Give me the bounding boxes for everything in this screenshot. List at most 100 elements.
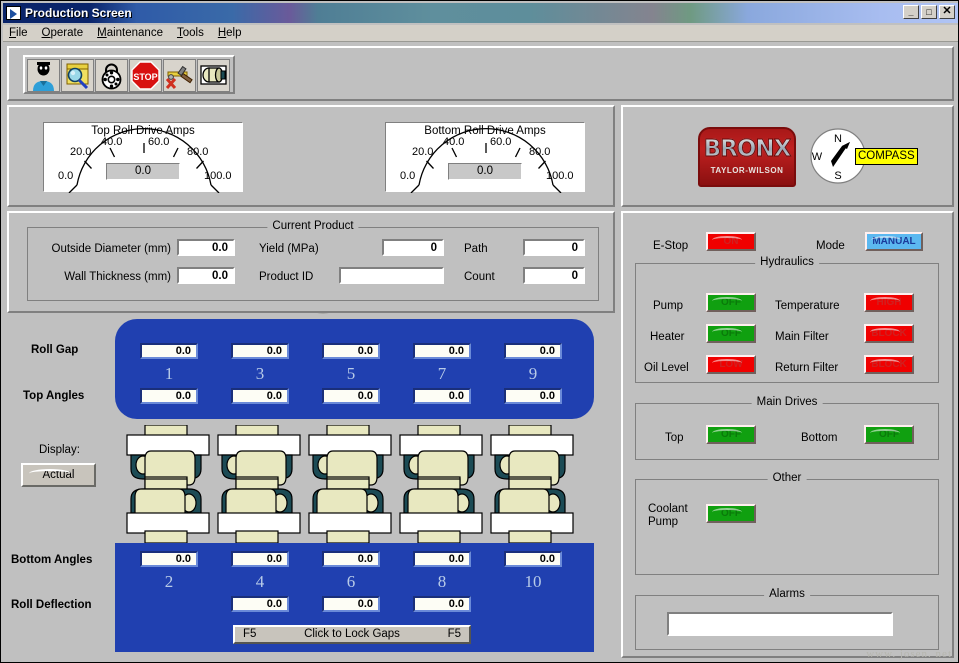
maximize-button[interactable]: □ [921, 5, 937, 19]
toolbar-button-group: STOP [23, 55, 235, 94]
pump-indicator[interactable]: OFF [706, 293, 756, 312]
svg-text:STOP: STOP [133, 72, 157, 82]
display-mode-button[interactable]: Actual [21, 463, 96, 487]
hydraulics-title: Hydraulics [755, 256, 819, 268]
top-roll-meter-value: 0.0 [106, 163, 180, 180]
top-angle-value-1[interactable]: 0.0 [140, 388, 198, 404]
branding-panel: BRONX TAYLOR-WILSON N W S COMPASS [621, 105, 954, 207]
top-angle-value-2[interactable]: 0.0 [231, 388, 289, 404]
roll-gap-value-2[interactable]: 0.0 [231, 343, 289, 359]
bottom-angle-value-2[interactable]: 0.0 [231, 551, 289, 567]
top-roll-drive-amps-meter: Top Roll Drive Amps 0.0 20.0 40.0 60.0 8 [43, 122, 243, 192]
lock-gaps-label: Click to Lock Gaps [304, 627, 400, 642]
stand-number-1: 1 [140, 364, 198, 384]
svg-text:100.0: 100.0 [204, 170, 232, 182]
alarms-display [667, 612, 893, 636]
stand-number-8: 8 [413, 572, 471, 592]
svg-text:S: S [834, 170, 841, 182]
oil-level-label: Oil Level [644, 362, 689, 374]
roll-gap-value-4[interactable]: 0.0 [413, 343, 471, 359]
top-angle-value-5[interactable]: 0.0 [504, 388, 562, 404]
display-label: Display: [39, 444, 80, 456]
svg-text:100.0: 100.0 [546, 170, 574, 182]
wall-thickness-label: Wall Thickness (mm) [33, 271, 171, 283]
menu-help[interactable]: Help [218, 27, 242, 39]
toolbar-panel: STOP [7, 46, 954, 101]
count-value[interactable]: 0 [523, 267, 585, 284]
mode-label: Mode [816, 240, 845, 252]
tools-icon[interactable] [163, 59, 196, 92]
menu-tools[interactable]: Tools [177, 27, 204, 39]
lock-gaps-right-key: F5 [448, 627, 461, 642]
menu-operate[interactable]: Operate [42, 27, 84, 39]
svg-text:20.0: 20.0 [412, 146, 433, 158]
outside-diameter-value[interactable]: 0.0 [177, 239, 235, 256]
minimize-button[interactable]: _ [903, 5, 919, 19]
menu-bar: File Operate Maintenance Tools Help [3, 25, 958, 42]
svg-text:60.0: 60.0 [148, 136, 169, 148]
gauges-panel: Top Roll Drive Amps 0.0 20.0 40.0 60.0 8 [7, 105, 615, 207]
roll-deflection-label: Roll Deflection [11, 599, 92, 611]
top-angle-value-3[interactable]: 0.0 [322, 388, 380, 404]
return-filter-indicator[interactable]: BLOCK [864, 355, 914, 374]
stop-sign-icon[interactable]: STOP [129, 59, 162, 92]
app-play-icon [6, 6, 21, 20]
main-drives-title: Main Drives [752, 396, 823, 408]
mode-indicator[interactable]: MANUAL [865, 232, 923, 251]
heater-label: Heater [650, 331, 685, 343]
top-angle-value-4[interactable]: 0.0 [413, 388, 471, 404]
stand-number-2: 2 [140, 572, 198, 592]
lock-wheel-icon[interactable] [95, 59, 128, 92]
lock-gaps-button[interactable]: F5 Click to Lock Gaps F5 [233, 625, 471, 644]
bottom-angle-value-3[interactable]: 0.0 [322, 551, 380, 567]
yield-label: Yield (MPa) [259, 243, 349, 255]
yield-value[interactable]: 0 [382, 239, 444, 256]
oil-level-indicator[interactable]: LOW [706, 355, 756, 374]
bottom-angle-value-1[interactable]: 0.0 [140, 551, 198, 567]
coolant-pump-label-line1: Coolant [648, 503, 688, 515]
svg-text:W: W [812, 151, 823, 163]
roll-stands-diagram [121, 425, 595, 543]
coolant-pump-indicator[interactable]: OFF [706, 504, 756, 523]
main-drive-top-indicator[interactable]: OFF [706, 425, 756, 444]
other-title: Other [768, 472, 807, 484]
stand-number-5: 5 [322, 364, 380, 384]
heater-indicator[interactable]: OFF [706, 324, 756, 343]
close-button[interactable]: ✕ [939, 5, 955, 19]
stand-number-7: 7 [413, 364, 471, 384]
roll-deflection-value-2[interactable]: 0.0 [322, 596, 380, 612]
stand-number-3: 3 [231, 364, 289, 384]
operator-icon[interactable] [27, 59, 60, 92]
svg-text:0.0: 0.0 [58, 170, 73, 182]
roll-gap-value-1[interactable]: 0.0 [140, 343, 198, 359]
estop-indicator[interactable]: ON [706, 232, 756, 251]
path-value[interactable]: 0 [523, 239, 585, 256]
bottom-angle-value-4[interactable]: 0.0 [413, 551, 471, 567]
product-id-label: Product ID [259, 271, 349, 283]
main-drive-bottom-indicator[interactable]: OFF [864, 425, 914, 444]
roll-gap-value-3[interactable]: 0.0 [322, 343, 380, 359]
roll-gap-label: Roll Gap [31, 344, 78, 356]
bottom-angle-value-5[interactable]: 0.0 [504, 551, 562, 567]
main-filter-indicator[interactable]: BLOCK [864, 324, 914, 343]
menu-file[interactable]: File [9, 27, 28, 39]
production-screen-window: Production Screen _ □ ✕ File Operate Mai… [0, 0, 959, 663]
roll-gap-value-5[interactable]: 0.0 [504, 343, 562, 359]
wall-thickness-value[interactable]: 0.0 [177, 267, 235, 284]
product-id-value[interactable] [339, 267, 444, 284]
magnifier-page-icon[interactable] [61, 59, 94, 92]
coolant-pump-label-line2: Pump [648, 516, 678, 528]
path-label: Path [464, 243, 506, 255]
alarms-title: Alarms [764, 588, 810, 600]
roll-deflection-value-1[interactable]: 0.0 [231, 596, 289, 612]
top-angles-label: Top Angles [23, 390, 84, 402]
roll-deflection-value-3[interactable]: 0.0 [413, 596, 471, 612]
stand-number-4: 4 [231, 572, 289, 592]
menu-maintenance[interactable]: Maintenance [97, 27, 163, 39]
svg-text:40.0: 40.0 [101, 136, 122, 148]
roll-stand-icon[interactable] [197, 59, 230, 92]
status-panel: E-Stop ON Mode MANUAL Hydraulics Pump OF… [621, 211, 954, 658]
current-product-groupbox: Current Product [27, 227, 599, 301]
coolant-pump-label: Coolant Pump [648, 503, 702, 529]
temperature-indicator[interactable]: HIGH [864, 293, 914, 312]
